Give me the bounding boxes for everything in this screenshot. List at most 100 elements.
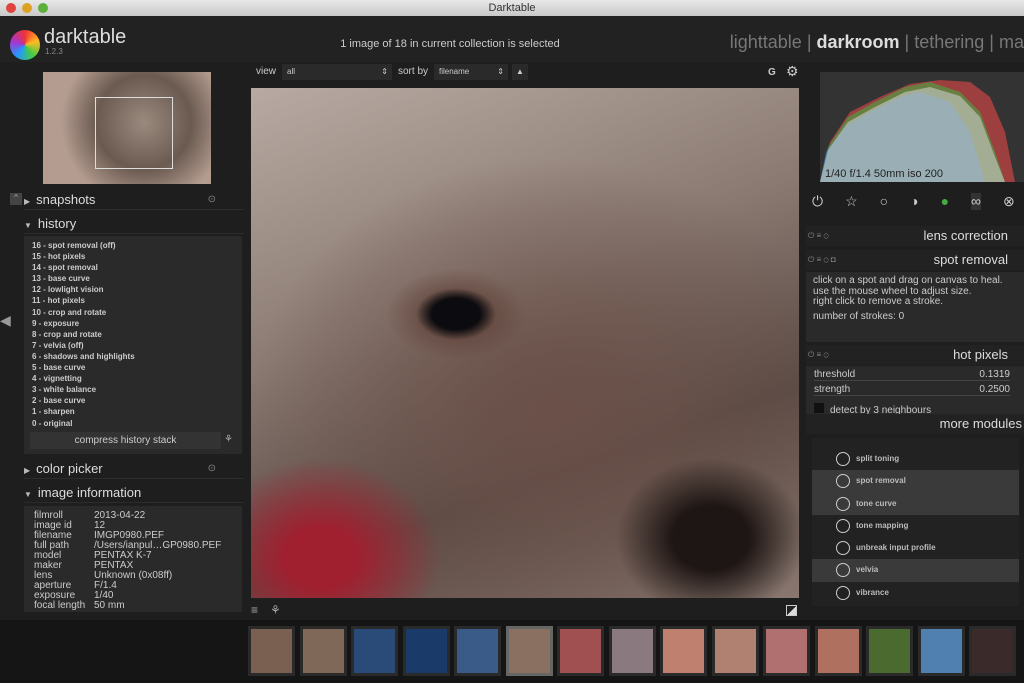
history-list: 16 - spot removal (off) 15 - hot pixels 14…: [24, 236, 242, 454]
selection-status: 1 image of 18 in current collection is s…: [340, 38, 560, 50]
module-list-item[interactable]: spot removal: [812, 470, 1019, 493]
lens-correction-module[interactable]: ⏻ ≡ ⊙ lens correction: [806, 226, 1024, 246]
reset-icon[interactable]: ⊙: [208, 459, 216, 479]
filmstrip-thumbnail[interactable]: [608, 626, 656, 676]
thumbnail-image: [508, 629, 550, 673]
active-modules-tab-icon[interactable]: ⏻: [812, 193, 823, 210]
filmstrip-thumbnail[interactable]: [917, 626, 965, 676]
filmstrip-thumbnail[interactable]: [557, 626, 604, 676]
sort-order-button[interactable]: ▲: [512, 64, 528, 80]
create-style-icon[interactable]: ⚘: [224, 434, 233, 445]
threshold-slider[interactable]: threshold 0.1319: [814, 369, 1010, 381]
history-item[interactable]: 0 - original: [24, 418, 242, 429]
expand-arrow-icon: ▶: [24, 466, 31, 475]
snapshots-header[interactable]: ▶ snapshots ⊙: [24, 190, 244, 210]
histogram[interactable]: 1/40 f/1.4 50mm iso 200: [820, 72, 1024, 182]
history-item[interactable]: 14 - spot removal: [24, 262, 242, 273]
thumbnail-image: [663, 629, 704, 673]
reset-icon[interactable]: ⊙: [208, 190, 216, 210]
filmstrip-thumbnail[interactable]: [454, 626, 501, 676]
module-name: unbreak input profile: [856, 543, 936, 553]
filmstrip-thumbnail[interactable]: [505, 626, 553, 676]
filmstrip-thumbnail[interactable]: [248, 626, 295, 676]
module-controls-icon[interactable]: ⏻ ≡ ⊙: [808, 226, 829, 246]
filmstrip-thumbnail[interactable]: [969, 626, 1016, 676]
module-list-item[interactable]: split toning: [812, 448, 1019, 470]
tone-group-tab-icon[interactable]: ◑: [910, 193, 918, 210]
filmstrip-thumbnail[interactable]: [866, 626, 913, 676]
history-item[interactable]: 1 - sharpen: [24, 406, 242, 417]
grouping-button[interactable]: G: [768, 67, 776, 78]
filmstrip-thumbnail[interactable]: [711, 626, 759, 676]
close-button[interactable]: [6, 3, 16, 13]
sort-dropdown[interactable]: filename ⇕: [434, 64, 508, 80]
module-list-item[interactable]: velvia: [812, 559, 1019, 582]
module-list-item[interactable]: vibrance: [812, 582, 1019, 604]
history-item[interactable]: 4 - vignetting: [24, 373, 242, 384]
hot-pixels-params: threshold 0.1319 strength 0.2500 detect by…: [806, 366, 1024, 416]
history-item[interactable]: 13 - base curve: [24, 273, 242, 284]
more-modules-header[interactable]: more modules: [806, 414, 1024, 434]
spot-removal-module[interactable]: ⏻ ≡ ⊙ ◘ spot removal: [806, 250, 1024, 270]
view-filter-dropdown[interactable]: all ⇕: [282, 64, 392, 80]
image-canvas[interactable]: [251, 88, 799, 598]
history-item[interactable]: 3 - white balance: [24, 384, 242, 395]
minimize-button[interactable]: [22, 3, 32, 13]
history-item[interactable]: 2 - base curve: [24, 395, 242, 406]
header-label: color picker: [36, 461, 103, 476]
view-lighttable[interactable]: lighttable: [730, 32, 802, 52]
module-label: spot removal: [933, 252, 1008, 267]
color-group-tab-icon[interactable]: ●: [941, 193, 949, 210]
filmstrip-thumbnail[interactable]: [351, 626, 398, 676]
view-switcher: lighttable | darkroom | tethering | ma: [729, 32, 1024, 52]
expand-arrow-icon: ▶: [24, 197, 31, 206]
presets-menu-icon[interactable]: ≡: [251, 603, 258, 617]
filmstrip-thumbnail[interactable]: [402, 626, 450, 676]
preferences-gear-icon[interactable]: ⚙: [786, 63, 799, 80]
filmstrip-thumbnail[interactable]: [299, 626, 347, 676]
styles-icon[interactable]: ⚘: [270, 603, 281, 617]
view-label: view: [256, 66, 277, 77]
thumbnail-image: [972, 629, 1013, 673]
view-map[interactable]: ma: [999, 32, 1024, 52]
compress-history-button[interactable]: compress history stack: [30, 432, 221, 449]
module-list-item[interactable]: tone mapping: [812, 515, 1019, 537]
history-item[interactable]: 8 - crop and rotate: [24, 329, 242, 340]
view-tethering[interactable]: tethering: [914, 32, 984, 52]
view-darkroom[interactable]: darkroom: [817, 32, 900, 52]
module-list-item[interactable]: unbreak input profile: [812, 537, 1019, 559]
image-information-header[interactable]: ▼ image information: [24, 483, 244, 503]
history-item[interactable]: 7 - velvia (off): [24, 340, 242, 351]
module-icon: [836, 518, 850, 533]
overexposure-toggle-icon[interactable]: [786, 605, 797, 616]
module-controls-icon[interactable]: ⏻ ≡ ⊙ ◘: [808, 250, 836, 270]
module-controls-icon[interactable]: ⏻ ≡ ⊙: [808, 345, 829, 365]
history-item[interactable]: 15 - hot pixels: [24, 251, 242, 262]
left-panel-toggle-icon[interactable]: ◀: [0, 312, 11, 329]
color-picker-header[interactable]: ▶ color picker ⊙: [24, 459, 244, 479]
basic-group-tab-icon[interactable]: ○: [880, 193, 888, 210]
dropdown-icon: ⇕: [381, 67, 388, 76]
zoom-button[interactable]: [38, 3, 48, 13]
history-item[interactable]: 16 - spot removal (off): [24, 240, 242, 251]
history-item[interactable]: 10 - crop and rotate: [24, 307, 242, 318]
filmstrip-thumbnail[interactable]: [660, 626, 707, 676]
hot-pixels-module[interactable]: ⏻ ≡ ⊙ hot pixels: [806, 345, 1024, 365]
module-name: split toning: [856, 454, 900, 463]
history-item[interactable]: 11 - hot pixels: [24, 295, 242, 306]
dropdown-value: all: [287, 67, 296, 76]
history-item[interactable]: 5 - base curve: [24, 362, 242, 373]
history-item[interactable]: 6 - shadows and highlights: [24, 351, 242, 362]
filmstrip-thumbnail[interactable]: [814, 626, 862, 676]
filmstrip-thumbnail[interactable]: [763, 626, 810, 676]
history-item[interactable]: 9 - exposure: [24, 318, 242, 329]
history-item[interactable]: 12 - lowlight vision: [24, 284, 242, 295]
navigation-viewport[interactable]: [95, 97, 173, 169]
collapse-panel-icon[interactable]: ^: [10, 193, 22, 205]
history-header[interactable]: ▼ history: [24, 214, 244, 234]
effects-group-tab-icon[interactable]: ⊗: [1003, 193, 1015, 210]
correction-group-tab-icon[interactable]: ∞: [971, 193, 982, 210]
module-list-item[interactable]: tone curve: [812, 492, 1019, 515]
strength-slider[interactable]: strength 0.2500: [814, 384, 1010, 396]
favorites-tab-icon[interactable]: ☆: [845, 193, 858, 210]
